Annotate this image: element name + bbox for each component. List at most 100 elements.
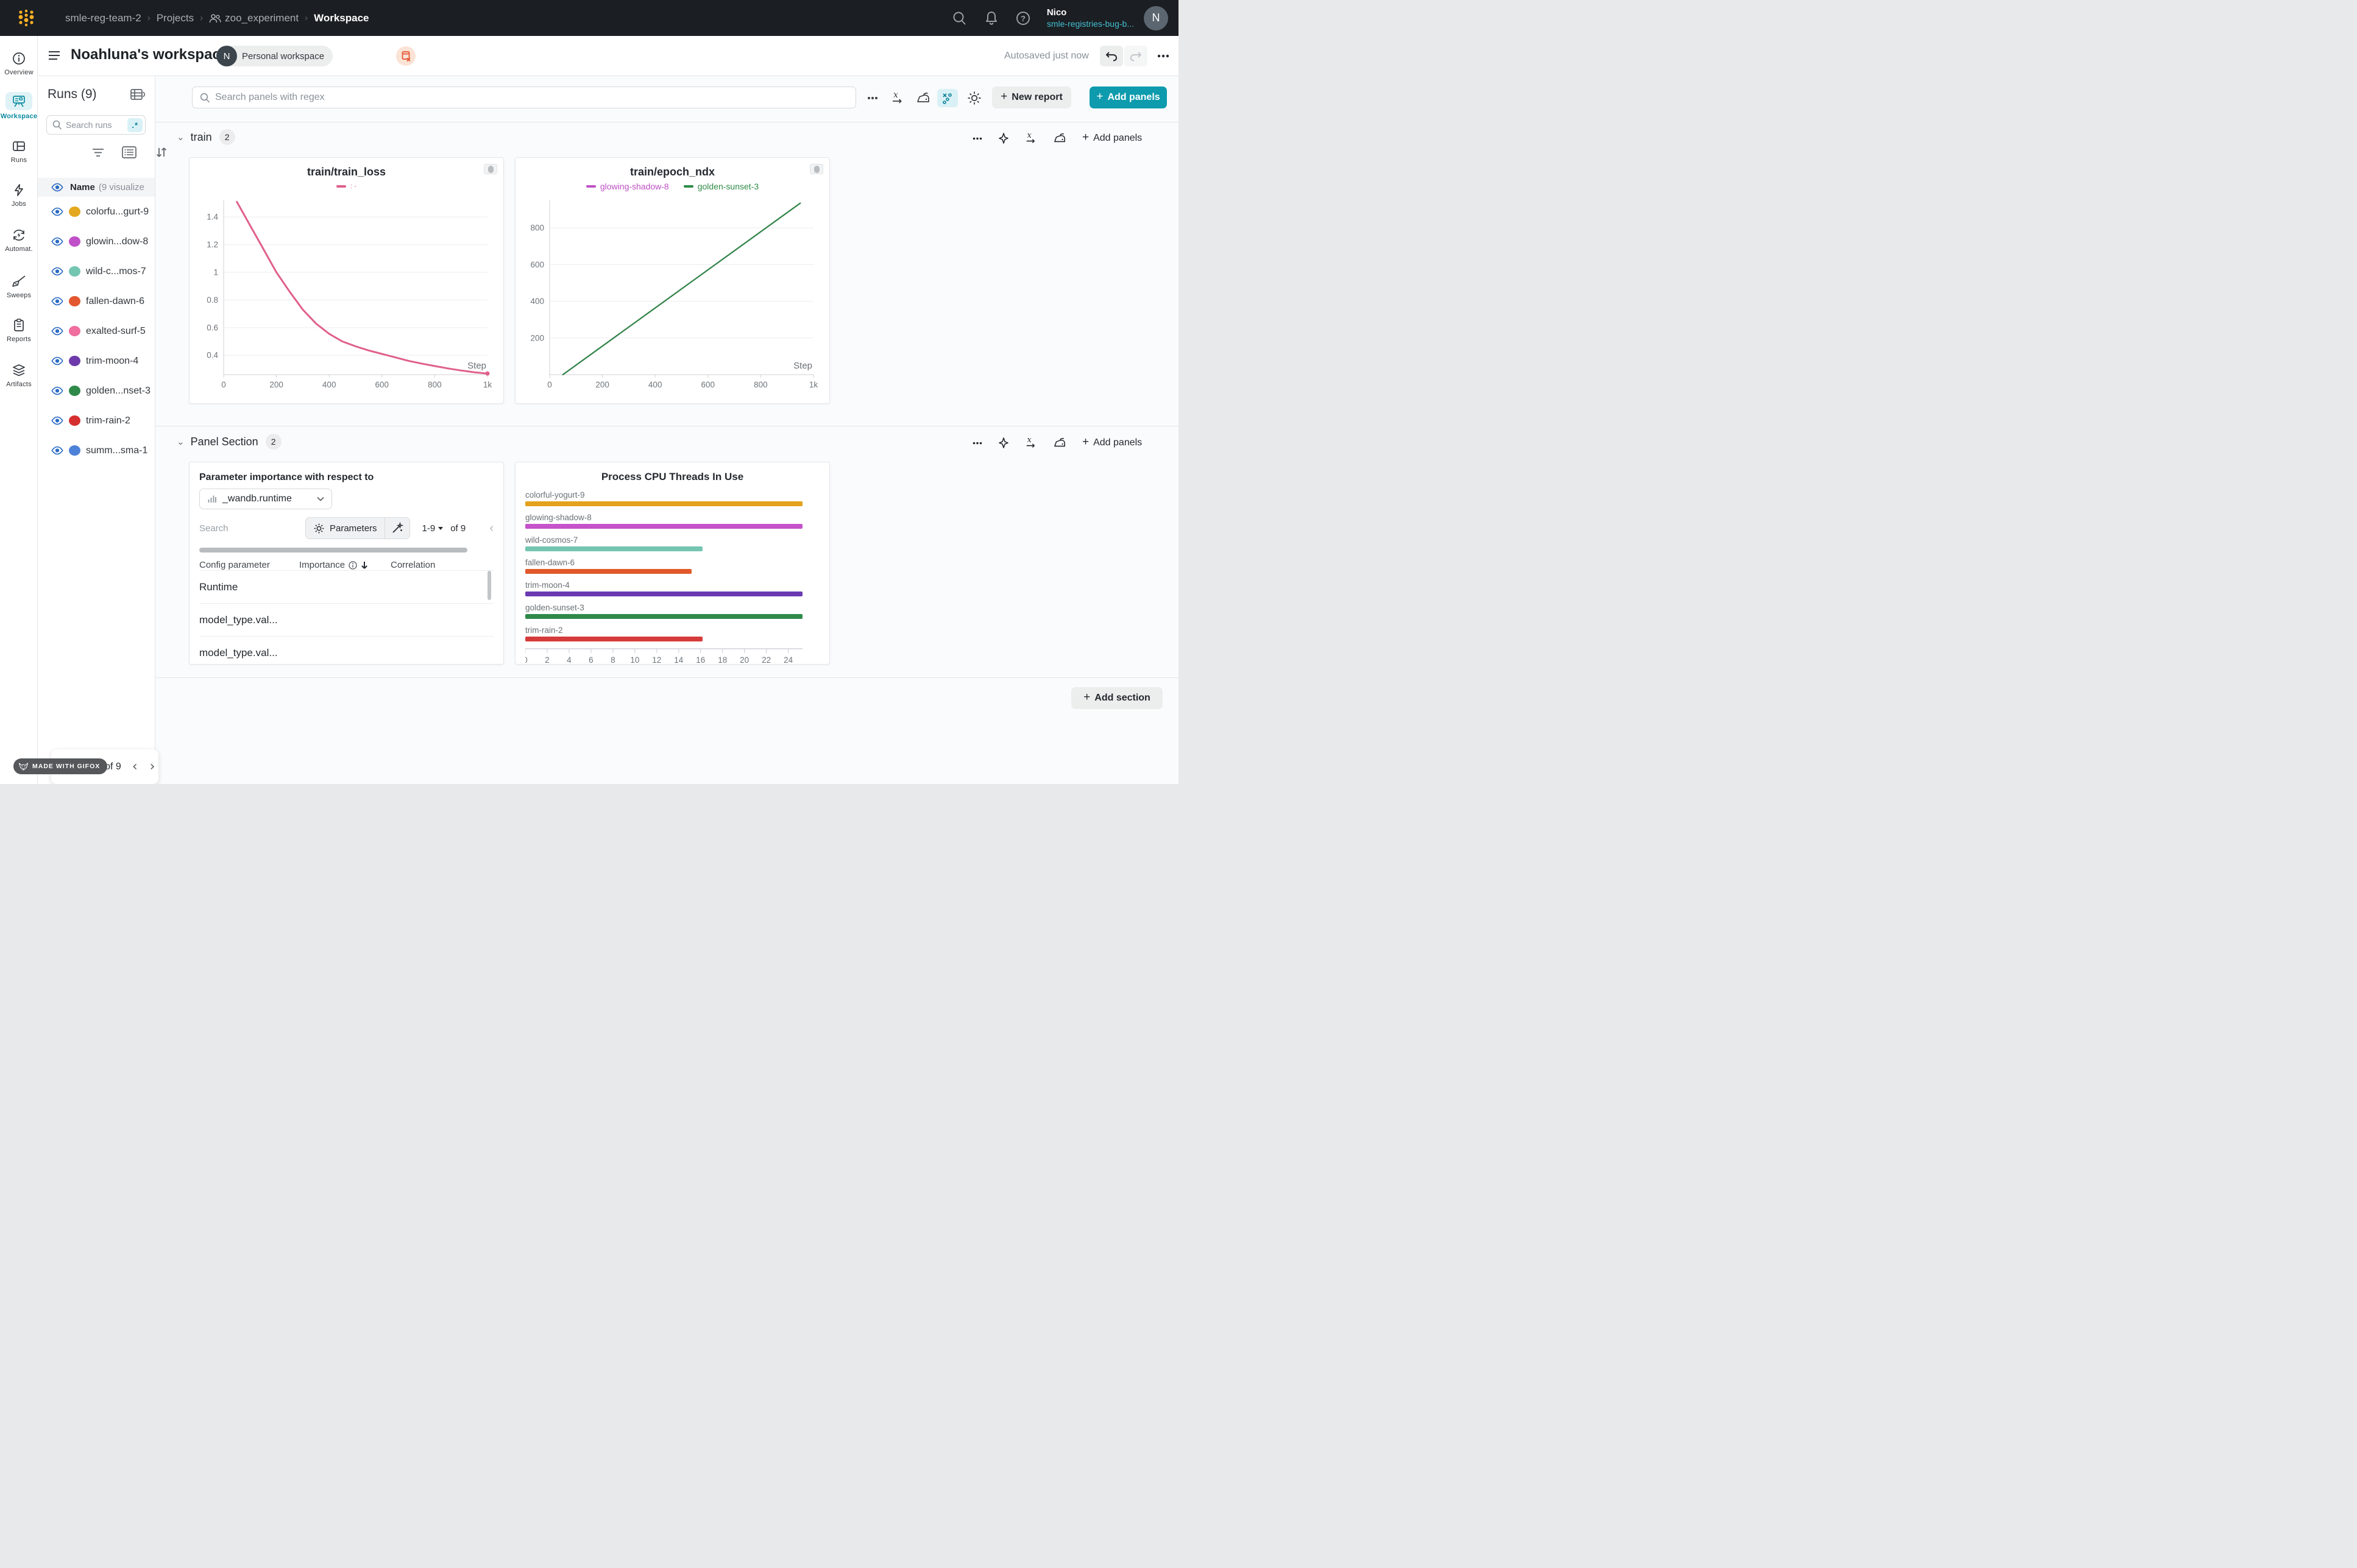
personal-workspace-badge[interactable]: N Personal workspace <box>216 46 333 66</box>
rail-item-runs[interactable]: Runs <box>0 138 38 164</box>
horizontal-scrollbar[interactable] <box>199 548 467 553</box>
section-add-panels-button[interactable]: + Add panels <box>1082 132 1142 144</box>
runs-table-expand-icon[interactable] <box>130 88 145 102</box>
run-visibility-eye-icon[interactable] <box>51 267 64 276</box>
smoothing-iron-icon[interactable] <box>913 89 934 107</box>
undo-button[interactable] <box>1100 46 1123 66</box>
run-visibility-eye-icon[interactable] <box>51 446 64 455</box>
run-visibility-eye-icon[interactable] <box>51 237 64 246</box>
importance-table-row[interactable]: Runtime <box>199 570 494 603</box>
legend-entry[interactable]: glowing-shadow-8 <box>586 182 669 191</box>
user-org-link[interactable]: smle-registries-bug-b... <box>1047 18 1134 29</box>
legend-entry[interactable]: : - <box>336 183 356 190</box>
run-visibility-eye-icon[interactable] <box>51 297 64 306</box>
section-smoothing-iron-icon[interactable] <box>1053 132 1066 144</box>
run-row[interactable]: trim-rain-2 <box>38 406 155 436</box>
group-list-icon[interactable] <box>122 146 136 159</box>
run-row[interactable]: exalted-surf-5 <box>38 316 155 346</box>
rail-item-sweeps[interactable]: Sweeps <box>0 274 38 299</box>
collapse-panel-chevron[interactable]: ‹ <box>489 521 494 535</box>
vertical-scrollbar[interactable] <box>487 571 491 600</box>
epoch-ndx-line-chart[interactable]: 20040060080002004006008001kStep <box>522 196 823 397</box>
outliers-scatter-icon[interactable] <box>937 89 958 107</box>
runs-search-input[interactable] <box>66 120 122 130</box>
runs-list-header[interactable]: Name (9 visualize <box>38 178 155 197</box>
run-visibility-eye-icon[interactable] <box>51 386 64 395</box>
hamburger-menu-icon[interactable] <box>48 49 61 62</box>
sort-desc-arrow-icon[interactable] <box>361 561 368 570</box>
run-row[interactable]: golden...nset-3 <box>38 376 155 406</box>
workspace-more-icon[interactable] <box>862 89 883 107</box>
section-magic-sparkle-icon[interactable] <box>998 437 1009 449</box>
cpu-threads-bar-chart[interactable]: colorful-yogurt-9glowing-shadow-8wild-co… <box>525 490 820 641</box>
rail-item-automations[interactable]: Automat. <box>0 227 38 253</box>
regex-toggle-button[interactable]: .* <box>127 118 143 132</box>
help-icon[interactable]: ? <box>1015 10 1031 26</box>
run-row[interactable]: fallen-dawn-6 <box>38 286 155 316</box>
prev-page-chevron[interactable]: ‹ <box>132 760 138 774</box>
add-section-button[interactable]: + Add section <box>1071 687 1163 709</box>
search-icon[interactable] <box>952 10 968 26</box>
column-importance[interactable]: Importance <box>299 560 391 570</box>
parameters-button[interactable]: Parameters <box>305 517 410 539</box>
run-row[interactable]: summ...sma-1 <box>38 436 155 465</box>
panel-handle-icon[interactable] <box>484 164 497 174</box>
importance-table-row[interactable]: model_type.val... <box>199 636 494 665</box>
toggle-all-visibility-icon[interactable] <box>51 183 64 192</box>
section-smoothing-iron-icon[interactable] <box>1053 437 1066 449</box>
section-add-panels-button[interactable]: + Add panels <box>1082 437 1142 449</box>
train-loss-line-chart[interactable]: 0.40.60.811.21.402004006008001kStep <box>196 196 497 397</box>
section-more-icon[interactable] <box>973 137 982 140</box>
workspace-settings-gear-icon[interactable] <box>964 89 985 107</box>
info-icon[interactable] <box>349 561 357 570</box>
panel-search-input[interactable] <box>215 92 856 103</box>
rail-item-artifacts[interactable]: Artifacts <box>0 362 38 388</box>
run-row[interactable]: trim-moon-4 <box>38 346 155 376</box>
add-panels-button[interactable]: + Add panels <box>1090 87 1167 108</box>
notifications-bell-icon[interactable] <box>984 10 999 26</box>
parameter-search-input[interactable] <box>199 523 272 534</box>
wandb-logo-icon[interactable] <box>16 9 36 28</box>
rail-item-jobs[interactable]: Jobs <box>0 182 38 208</box>
breadcrumb-project[interactable]: zoo_experiment <box>225 12 299 24</box>
next-page-chevron[interactable]: › <box>150 760 155 774</box>
header-more-menu-icon[interactable] <box>1152 46 1175 66</box>
run-row[interactable]: colorfu...gurt-9 <box>38 197 155 227</box>
section-more-icon[interactable] <box>973 442 982 445</box>
section-x-axis-icon[interactable]: x <box>1025 436 1037 450</box>
x-axis-settings-icon[interactable]: x <box>887 89 908 107</box>
legend-entry[interactable]: golden-sunset-3 <box>684 182 759 191</box>
filter-icon[interactable] <box>91 147 105 159</box>
run-visibility-eye-icon[interactable] <box>51 327 64 336</box>
collapse-section-chevron-icon[interactable]: ⌄ <box>177 132 185 143</box>
run-visibility-eye-icon[interactable] <box>51 356 64 366</box>
new-report-button[interactable]: + New report <box>992 87 1071 108</box>
column-config-parameter[interactable]: Config parameter <box>199 560 299 570</box>
section-title[interactable]: Panel Section <box>191 436 258 448</box>
rail-item-reports[interactable]: Reports <box>0 317 38 343</box>
run-visibility-eye-icon[interactable] <box>51 207 64 216</box>
metric-selector-dropdown[interactable]: _wandb.runtime <box>199 489 332 509</box>
rail-item-workspace[interactable]: Workspace <box>0 92 38 120</box>
user-menu[interactable]: Nico smle-registries-bug-b... <box>1047 7 1134 29</box>
parameter-page-range[interactable]: 1-9 <box>422 523 444 534</box>
rail-item-overview[interactable]: Overview <box>0 51 38 76</box>
column-correlation[interactable]: Correlation <box>391 560 435 570</box>
breadcrumb-workspace[interactable]: Workspace <box>314 12 369 24</box>
run-row[interactable]: wild-c...mos-7 <box>38 256 155 286</box>
redo-button[interactable] <box>1124 46 1147 66</box>
breadcrumb-team[interactable]: smle-reg-team-2 <box>65 12 141 24</box>
run-visibility-eye-icon[interactable] <box>51 416 64 425</box>
run-row[interactable]: glowin...dow-8 <box>38 227 155 256</box>
importance-table-row[interactable]: model_type.val... <box>199 603 494 636</box>
panel-handle-icon[interactable] <box>810 164 823 174</box>
section-title[interactable]: train <box>191 131 212 144</box>
avatar[interactable]: N <box>1144 6 1168 30</box>
magic-wand-icon[interactable] <box>385 522 409 534</box>
section-x-axis-icon[interactable]: x <box>1025 132 1037 145</box>
clear-workspace-icon[interactable] <box>396 46 416 66</box>
collapse-section-chevron-icon[interactable]: ⌄ <box>177 436 185 447</box>
breadcrumb-projects[interactable]: Projects <box>157 12 194 24</box>
sort-icon[interactable] <box>155 146 168 159</box>
section-magic-sparkle-icon[interactable] <box>998 132 1009 144</box>
